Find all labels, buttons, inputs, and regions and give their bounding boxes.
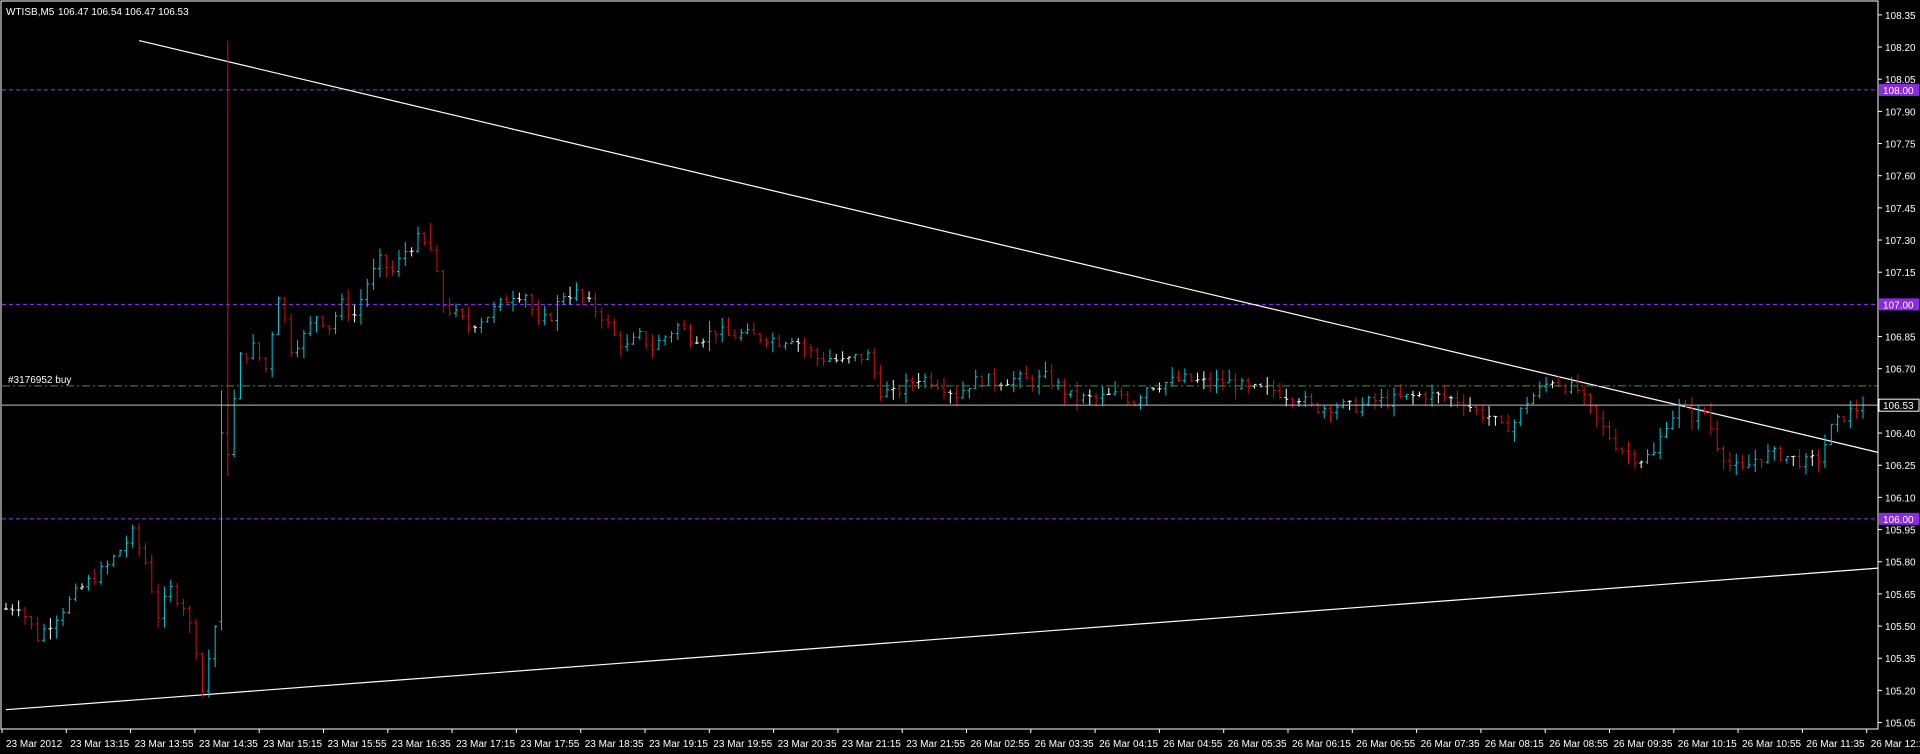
bid-label: 106.53 [1883,401,1914,412]
x-tick-label: 26 Mar 08:55 [1549,739,1608,750]
x-tick-label: 26 Mar 09:35 [1614,739,1673,750]
x-tick-label: 26 Mar 03:35 [1035,739,1094,750]
x-tick-label: 26 Mar 04:15 [1099,739,1158,750]
x-tick-label: 23 Mar 17:15 [456,739,515,750]
x-tick-label: 23 Mar 16:35 [392,739,451,750]
y-tick-label: 105.35 [1885,654,1916,665]
x-tick-label: 26 Mar 06:15 [1292,739,1351,750]
chart-header-symbol: WTISB,M5 [6,7,55,18]
x-tick-label: 23 Mar 19:55 [713,739,772,750]
y-tick-label: 107.15 [1885,268,1916,279]
level-label-106.00: 106.00 [1883,515,1914,526]
y-tick-label: 106.10 [1885,493,1916,504]
y-tick-label: 107.75 [1885,140,1916,151]
x-tick-label: 23 Mar 19:15 [649,739,708,750]
x-tick-label: 23 Mar 13:15 [70,739,129,750]
x-tick-label: 23 Mar 2012 [6,739,63,750]
y-tick-label: 105.50 [1885,622,1916,633]
x-tick-label: 23 Mar 21:15 [842,739,901,750]
y-tick-label: 105.95 [1885,526,1916,537]
y-tick-label: 105.65 [1885,590,1916,601]
x-tick-label: 26 Mar 02:55 [971,739,1030,750]
x-tick-label: 23 Mar 15:55 [328,739,387,750]
x-tick-label: 26 Mar 11:35 [1806,739,1865,750]
x-tick-label: 26 Mar 08:15 [1485,739,1544,750]
x-tick-label: 26 Mar 06:55 [1356,739,1415,750]
x-tick-label: 23 Mar 17:55 [520,739,579,750]
y-tick-label: 107.45 [1885,204,1916,215]
x-tick-label: 26 Mar 07:35 [1421,739,1480,750]
x-tick-label: 23 Mar 15:15 [263,739,322,750]
chart-header-ohlc: 106.47 106.54 106.47 106.53 [58,7,189,18]
y-tick-label: 107.90 [1885,107,1916,118]
order-label: #3176952 buy [8,375,71,386]
level-label-107.00: 107.00 [1883,300,1914,311]
x-tick-label: 23 Mar 21:55 [906,739,965,750]
y-tick-label: 105.20 [1885,686,1916,697]
y-tick-label: 108.05 [1885,75,1916,86]
price-chart[interactable]: 108.00 107.00 106.00 #3176952 buy 106.53 10… [0,0,1920,754]
chart-background [0,0,1920,754]
y-tick-label: 106.70 [1885,365,1916,376]
y-tick-label: 105.80 [1885,558,1916,569]
x-tick-label: 23 Mar 14:35 [199,739,258,750]
y-tick-label: 106.25 [1885,461,1916,472]
x-tick-label: 23 Mar 18:35 [585,739,644,750]
y-tick-label: 108.20 [1885,43,1916,54]
x-tick-label: 26 Mar 05:35 [1228,739,1287,750]
y-tick-label: 107.60 [1885,172,1916,183]
y-tick-label: 107.30 [1885,236,1916,247]
y-tick-label: 106.40 [1885,429,1916,440]
x-tick-label: 26 Mar 10:15 [1678,739,1737,750]
y-tick-label: 108.35 [1885,11,1916,22]
y-tick-label: 105.05 [1885,719,1916,730]
x-tick-label: 26 Mar 04:55 [1163,739,1222,750]
level-label-108.00: 108.00 [1883,86,1914,97]
x-tick-label: 23 Mar 20:35 [778,739,837,750]
x-tick-label: 26 Mar 10:55 [1742,739,1801,750]
y-tick-label: 106.85 [1885,333,1916,344]
x-tick-label: 26 Mar 12:15 [1871,739,1920,750]
x-tick-label: 23 Mar 13:55 [135,739,194,750]
